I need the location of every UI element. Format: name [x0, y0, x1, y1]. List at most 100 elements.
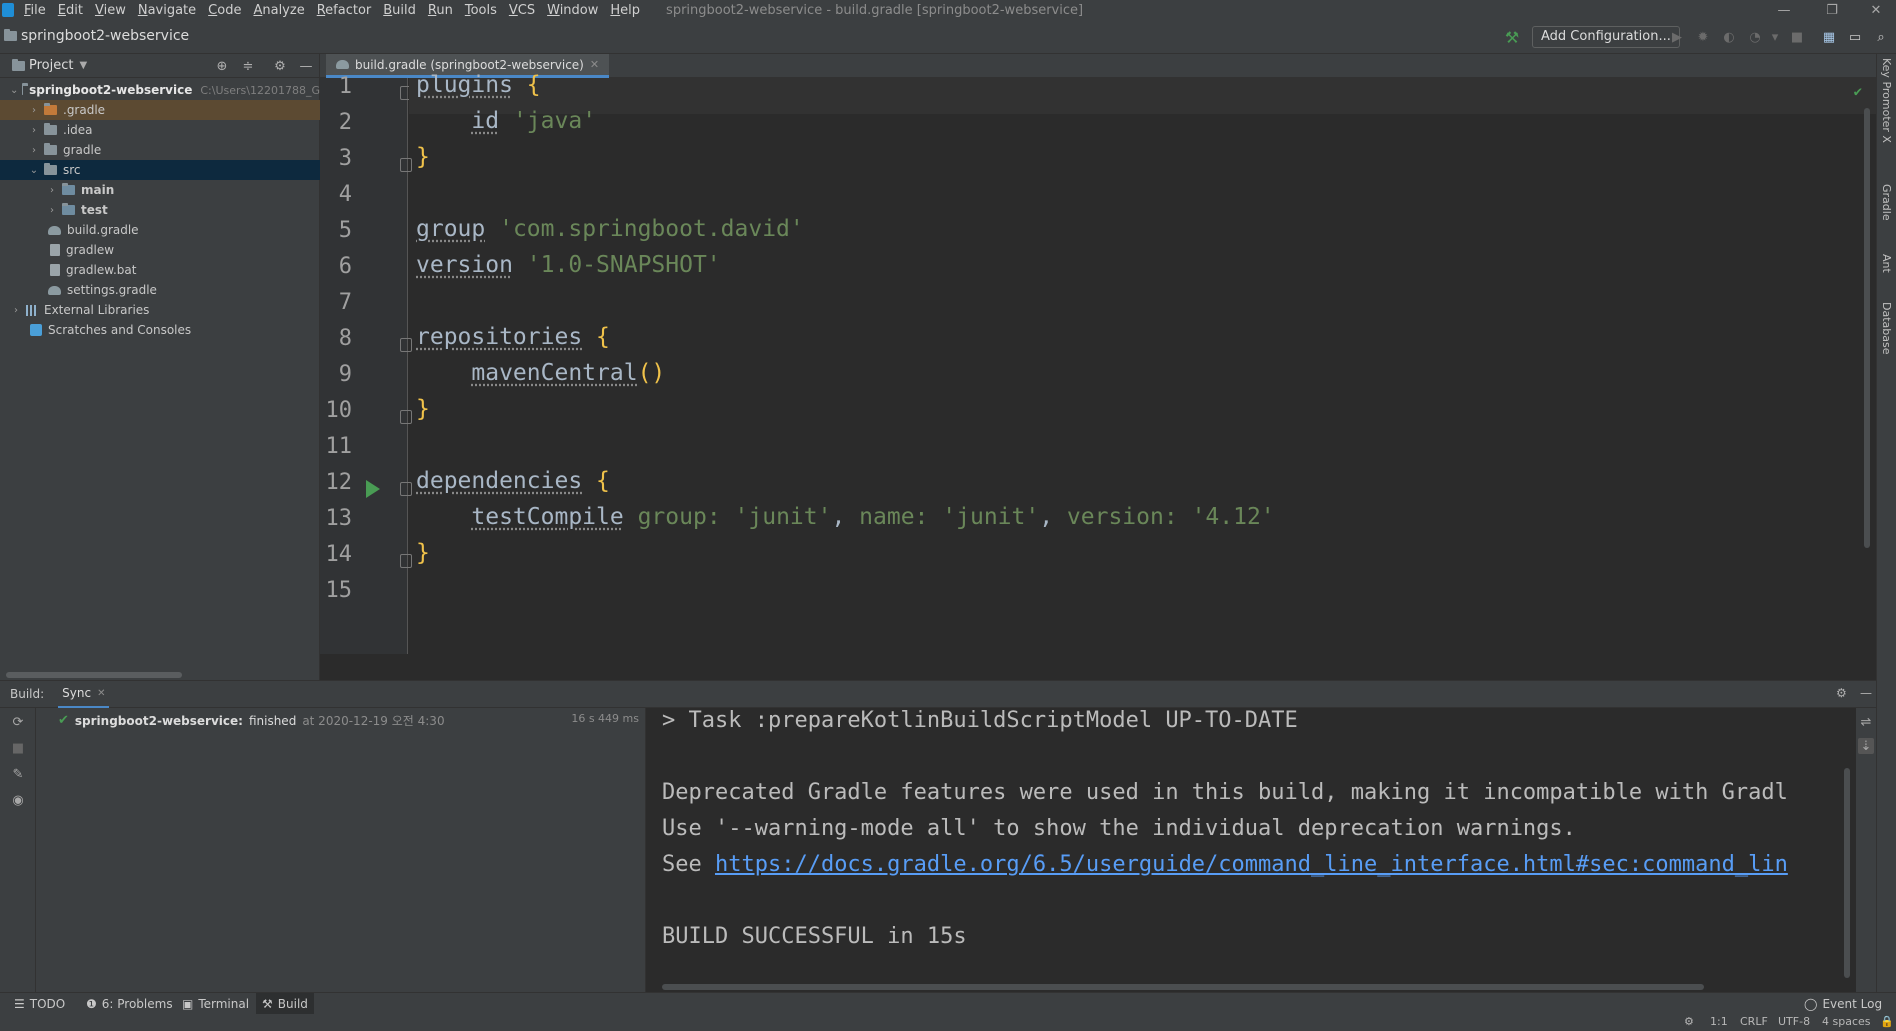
stop-icon[interactable]: ■ — [1788, 28, 1806, 46]
restore-icon[interactable]: ❐ — [1812, 0, 1852, 20]
chevron-right-icon[interactable]: › — [28, 125, 40, 136]
tree-item-build-gradle[interactable]: build.gradle — [0, 220, 320, 240]
pin-icon[interactable]: ✎ — [10, 766, 26, 782]
line-number: 1 — [338, 74, 352, 99]
console-hscrollbar[interactable] — [662, 984, 1704, 990]
menu-help[interactable]: Help — [604, 3, 646, 18]
tree-item-external-libraries[interactable]: › External Libraries — [0, 300, 320, 320]
tab-gradle[interactable]: Gradle — [1880, 184, 1893, 221]
caret-position[interactable]: 1:1 — [1710, 1015, 1728, 1028]
coverage-icon[interactable]: ◐ — [1720, 28, 1738, 46]
line-number: 8 — [338, 326, 352, 351]
event-log-button[interactable]: ◯ Event Log — [1798, 993, 1888, 1015]
gear-icon[interactable]: ⚙ — [1836, 686, 1847, 700]
chevron-right-icon[interactable]: › — [28, 105, 40, 116]
profile-icon[interactable]: ◔ — [1746, 28, 1764, 46]
terminal-tool-button[interactable]: ▣ Terminal — [176, 993, 255, 1015]
menu-build[interactable]: Build — [377, 3, 422, 18]
tree-item-idea[interactable]: › .idea — [0, 120, 320, 140]
fold-marker-icon[interactable] — [400, 482, 412, 496]
project-view-selector[interactable]: Project — [29, 58, 73, 73]
gear-icon[interactable]: ⚙ — [272, 58, 288, 74]
chevron-right-icon[interactable]: › — [46, 205, 58, 216]
fold-marker-icon[interactable] — [400, 338, 412, 352]
soft-wrap-icon[interactable]: ⇌ — [1858, 714, 1874, 730]
eye-icon[interactable]: ◉ — [10, 792, 26, 808]
add-configuration-button[interactable]: Add Configuration... — [1532, 26, 1680, 48]
tab-database[interactable]: Database — [1880, 302, 1893, 355]
todo-tool-button[interactable]: ☰ TODO — [8, 993, 71, 1015]
project-structure-icon[interactable]: ▦ — [1820, 28, 1838, 46]
fold-marker-icon[interactable] — [400, 158, 412, 172]
chevron-down-icon[interactable]: ▾ — [1766, 28, 1784, 46]
build-console[interactable]: > Task :prepareKotlinBuildScriptModel UP… — [646, 708, 1856, 992]
line-separator[interactable]: CRLF — [1740, 1015, 1768, 1028]
menu-window[interactable]: Window — [541, 3, 604, 18]
tree-item-gradle-hidden[interactable]: › .gradle — [0, 100, 320, 120]
run-gutter-icon[interactable] — [366, 480, 380, 498]
build-result-row[interactable]: ✔ springboot2-webservice: finished at 20… — [58, 712, 445, 729]
close-icon[interactable]: ✕ — [1856, 0, 1896, 20]
menu-code[interactable]: Code — [202, 3, 247, 18]
menu-vcs[interactable]: VCS — [503, 3, 541, 18]
tree-item-gradlew-bat[interactable]: gradlew.bat — [0, 260, 320, 280]
locate-file-icon[interactable]: ⊕ — [214, 58, 230, 74]
tab-ant[interactable]: Ant — [1880, 254, 1893, 273]
console-vscrollbar[interactable] — [1844, 768, 1850, 978]
menu-view[interactable]: View — [89, 3, 132, 18]
breadcrumb-project[interactable]: springboot2-webservice — [21, 28, 189, 44]
chevron-right-icon[interactable]: › — [10, 305, 22, 316]
run-icon[interactable]: ▶ — [1668, 28, 1686, 46]
chevron-right-icon[interactable]: › — [28, 145, 40, 156]
collapse-all-icon[interactable]: ≑ — [240, 58, 256, 74]
tab-key-promoter[interactable]: Key Promoter X — [1880, 58, 1893, 143]
indent-setting[interactable]: 4 spaces — [1822, 1015, 1871, 1028]
tree-item-gradlew[interactable]: gradlew — [0, 240, 320, 260]
chevron-down-icon[interactable]: ▼ — [79, 60, 87, 71]
tree-item-settings-gradle[interactable]: settings.gradle — [0, 280, 320, 300]
tree-item-src[interactable]: ⌄ src — [0, 160, 320, 180]
lock-icon[interactable]: 🔒 — [1880, 1015, 1894, 1028]
menu-run[interactable]: Run — [422, 3, 459, 18]
chevron-right-icon[interactable]: › — [46, 185, 58, 196]
close-tab-icon[interactable]: ✕ — [97, 688, 105, 699]
file-encoding[interactable]: UTF-8 — [1778, 1015, 1810, 1028]
docs-link[interactable]: https://docs.gradle.org/6.5/userguide/co… — [715, 852, 1788, 877]
menu-tools[interactable]: Tools — [459, 3, 503, 18]
layout-icon[interactable]: ▭ — [1846, 28, 1864, 46]
sync-icon[interactable]: ⟳ — [10, 714, 26, 730]
project-hscrollbar[interactable] — [6, 672, 182, 678]
build-tool-button[interactable]: ⚒ Build — [256, 993, 314, 1015]
stop-icon[interactable]: ■ — [10, 740, 26, 756]
tree-item-gradle[interactable]: › gradle — [0, 140, 320, 160]
editor-vscrollbar[interactable] — [1864, 108, 1870, 548]
vcs-status-icon[interactable]: ⚙ — [1684, 1015, 1694, 1028]
tree-root[interactable]: ⌄ springboot2-webservice C:\Users\122017… — [0, 80, 320, 100]
menu-refactor[interactable]: Refactor — [311, 3, 378, 18]
line-number: 10 — [325, 398, 353, 423]
fold-marker-icon[interactable] — [400, 410, 412, 424]
hide-panel-icon[interactable]: — — [298, 58, 314, 74]
inspection-ok-icon[interactable]: ✔ — [1854, 84, 1862, 100]
menu-navigate[interactable]: Navigate — [132, 3, 202, 18]
hide-panel-icon[interactable]: — — [1860, 686, 1872, 700]
menu-file[interactable]: File — [18, 3, 52, 18]
scroll-to-end-icon[interactable]: ⇣ — [1858, 738, 1874, 754]
chevron-down-icon[interactable]: ⌄ — [28, 165, 40, 176]
breadcrumb[interactable]: springboot2-webservice — [4, 28, 189, 44]
fold-marker-icon[interactable] — [400, 554, 412, 568]
code-editor[interactable]: 1 2 3 4 5 6 7 8 9 10 11 12 13 14 15 plug… — [320, 72, 1876, 654]
problems-tool-button[interactable]: ❶ 6: Problems — [80, 993, 179, 1015]
tree-item-main[interactable]: › main — [0, 180, 320, 200]
tree-item-scratches[interactable]: Scratches and Consoles — [0, 320, 320, 340]
chevron-down-icon[interactable]: ⌄ — [10, 85, 18, 96]
hammer-build-icon[interactable]: ⚒ — [1503, 28, 1521, 47]
menu-analyze[interactable]: Analyze — [247, 3, 310, 18]
tree-item-test[interactable]: › test — [0, 200, 320, 220]
tab-sync[interactable]: Sync ✕ — [58, 680, 110, 708]
close-tab-icon[interactable]: ✕ — [590, 58, 599, 71]
menu-edit[interactable]: Edit — [52, 3, 89, 18]
search-icon[interactable]: ⌕ — [1872, 28, 1890, 46]
minimize-icon[interactable]: — — [1764, 0, 1804, 20]
debug-icon[interactable]: ✹ — [1694, 28, 1712, 46]
